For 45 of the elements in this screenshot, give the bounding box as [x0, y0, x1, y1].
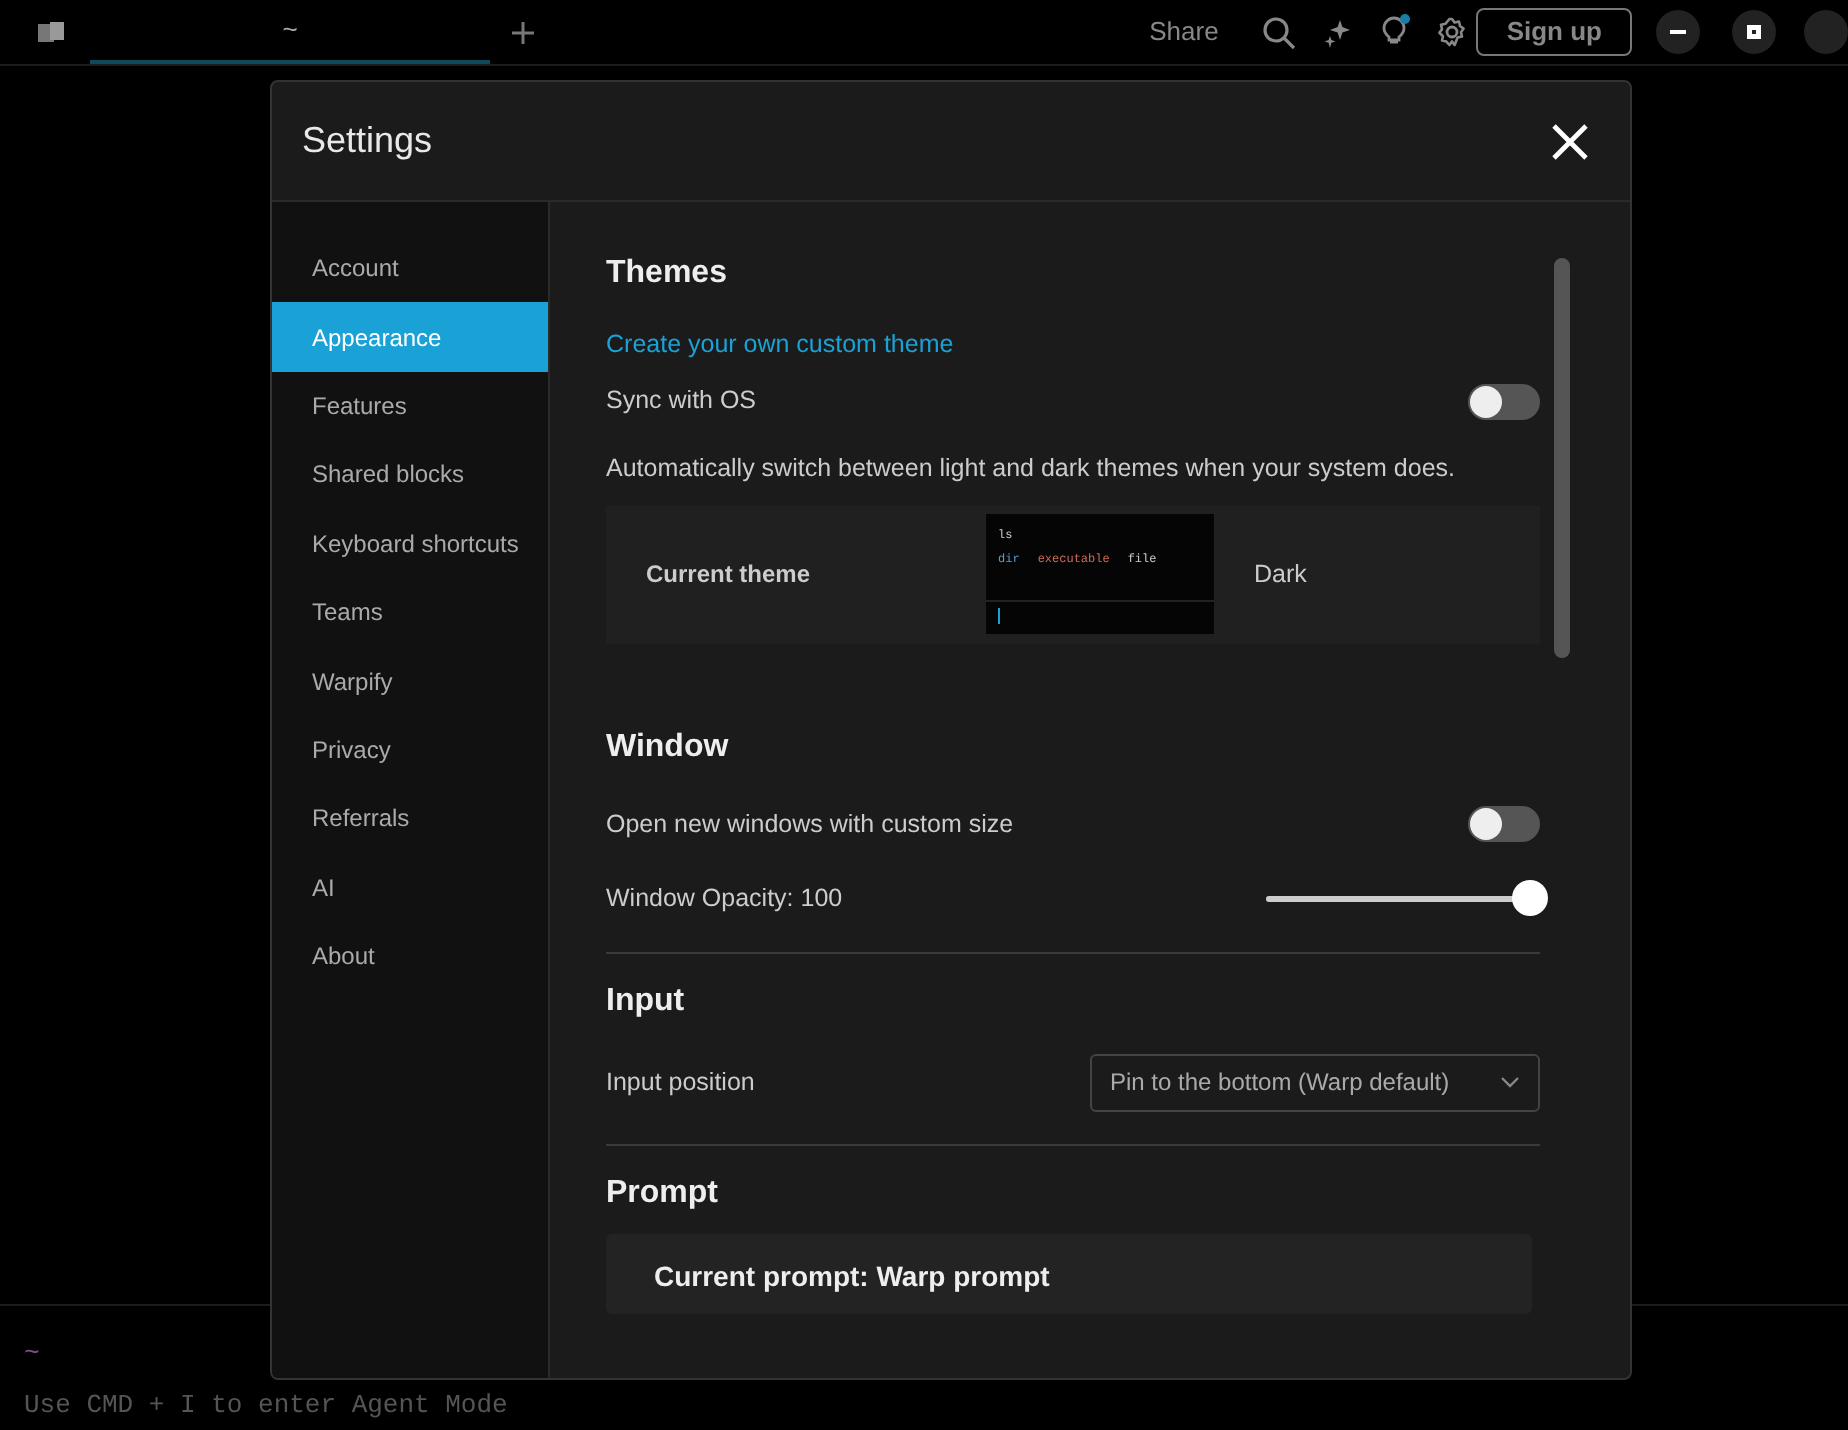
minimize-button[interactable]	[1656, 10, 1700, 54]
setting-label: Window Opacity: 100	[606, 881, 843, 916]
sidebar-item[interactable]: Account	[272, 234, 548, 303]
terminal-prompt: ~	[24, 1336, 40, 1372]
sidebar-item[interactable]: AI	[272, 853, 548, 922]
dropdown-value: Pin to the bottom (Warp default)	[1110, 1066, 1450, 1101]
setting-label: Sync with OS	[606, 384, 757, 419]
sign-up-button[interactable]: Sign up	[1476, 8, 1632, 56]
sidebar-item[interactable]: Keyboard shortcuts	[272, 509, 548, 578]
chevron-down-icon	[1500, 1076, 1520, 1089]
sidebar-item[interactable]: Features	[272, 371, 548, 441]
dialog-title: Settings	[302, 118, 433, 164]
sidebar-item[interactable]: Referrals	[272, 784, 548, 854]
sparkle-icon[interactable]	[1322, 17, 1353, 47]
sidebar-item[interactable]: Privacy	[272, 715, 548, 785]
text-cursor	[998, 608, 1000, 625]
panel-icon[interactable]	[36, 20, 66, 44]
toggle-switch[interactable]	[1468, 383, 1540, 420]
section-heading: Input	[606, 982, 687, 1022]
share-button[interactable]: Share	[1149, 12, 1219, 52]
sidebar-item[interactable]: Shared blocks	[272, 440, 548, 510]
section-heading: Window	[606, 727, 731, 766]
setting-value: Dark	[1254, 557, 1307, 592]
section-heading: Prompt	[606, 1173, 720, 1212]
settings-icon[interactable]	[1436, 16, 1469, 48]
sidebar-item[interactable]: Teams	[272, 577, 548, 647]
setting-label: Open new windows with custom size	[606, 807, 1014, 842]
scrollbar[interactable]	[1554, 258, 1570, 658]
terminal-tab[interactable]: ~	[90, 0, 490, 64]
prompt-card[interactable]: Current prompt: Warp prompt	[606, 1233, 1532, 1314]
setting-label: Current theme	[644, 558, 813, 593]
maximize-button[interactable]	[1732, 10, 1776, 54]
plus-icon[interactable]	[510, 19, 536, 45]
terminal-hint: Use CMD + I to enter Agent Mode	[24, 1387, 508, 1423]
setting-label: Input position	[606, 1065, 755, 1100]
setting-description: Automatically switch between light and dark themes when your system does.	[606, 451, 1458, 486]
square-icon	[1744, 22, 1764, 42]
section-heading: Themes	[606, 254, 729, 293]
custom-theme-link[interactable]: Create your own custom theme	[606, 330, 954, 359]
sidebar-item[interactable]: Warpify	[272, 646, 548, 716]
toggle-switch[interactable]	[1468, 806, 1540, 843]
slider-thumb[interactable]	[1512, 879, 1548, 915]
sidebar-item[interactable]: About	[272, 921, 548, 991]
dropdown-field[interactable]: Pin to the bottom (Warp default)	[1090, 1053, 1540, 1112]
search-icon[interactable]	[1262, 15, 1297, 49]
